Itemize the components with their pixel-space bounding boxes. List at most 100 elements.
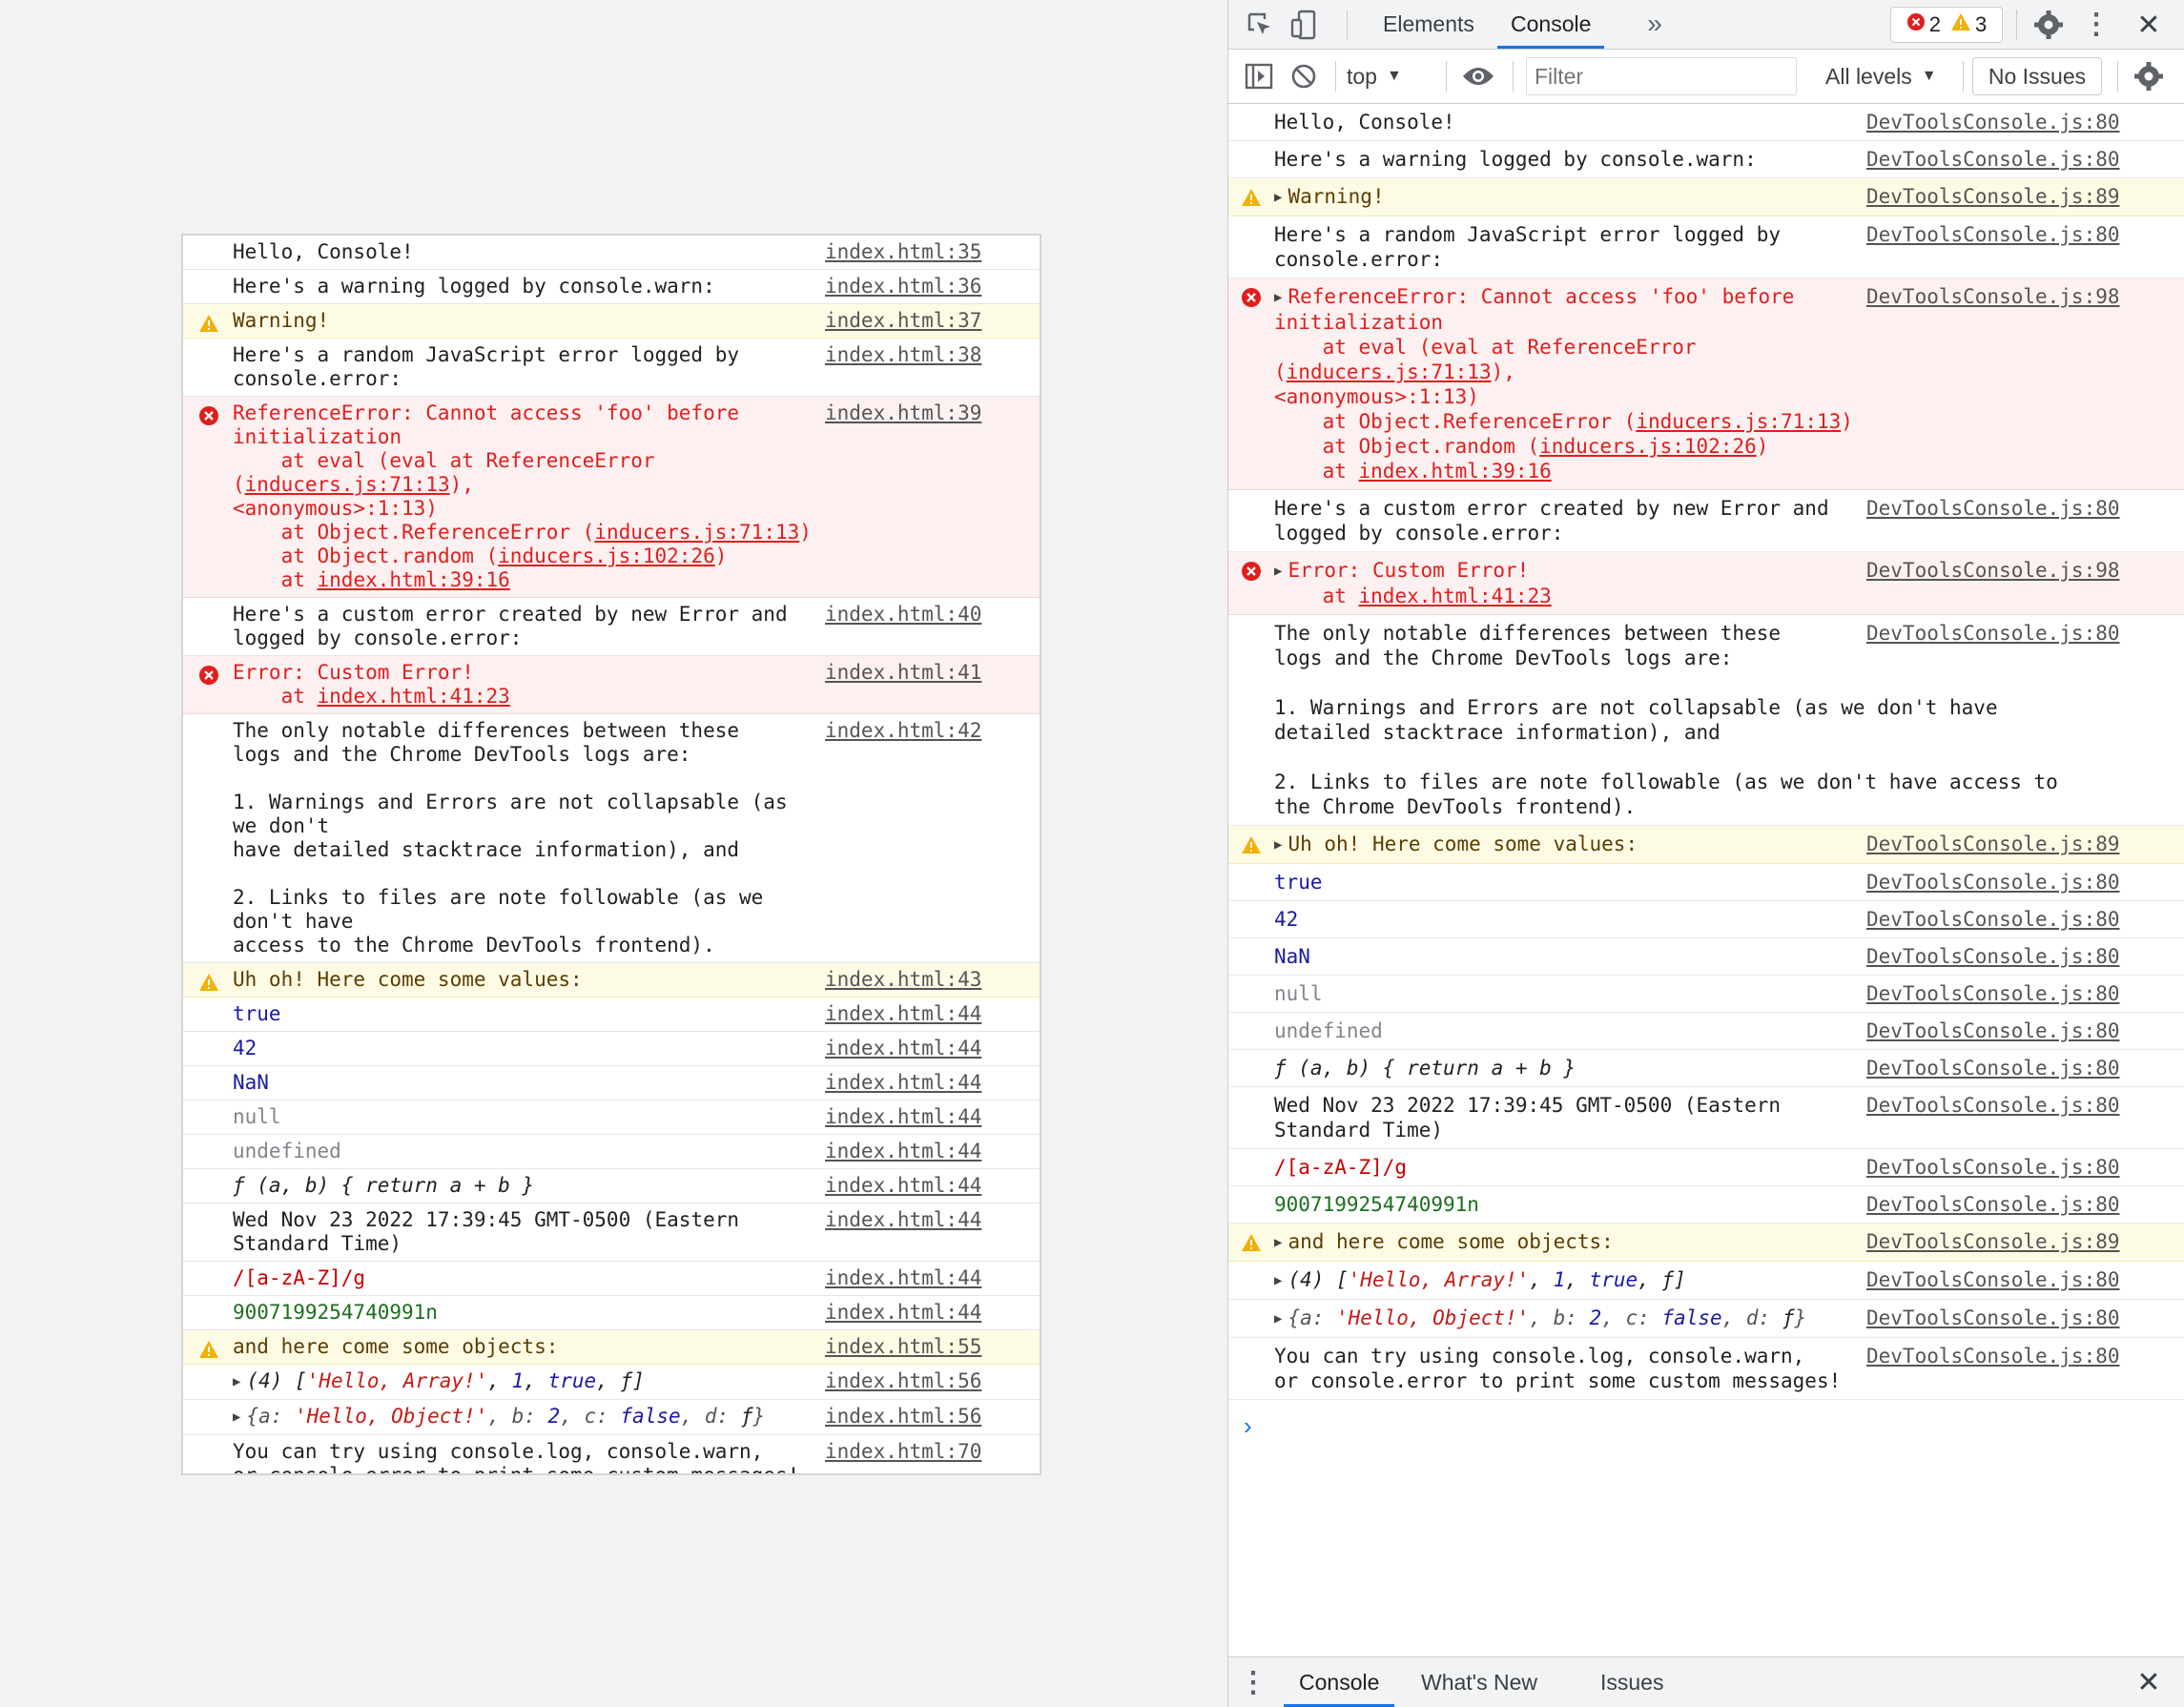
object-preview[interactable]: ▶ {a: 'Hello, Object!', b: 2, c: false, d… bbox=[233, 1405, 819, 1429]
tab-console[interactable]: Console bbox=[1497, 0, 1605, 49]
source-link[interactable]: index.html:44 bbox=[825, 1301, 981, 1325]
stack-frame-link[interactable]: inducers.js:102:26 bbox=[498, 545, 715, 567]
source-link[interactable]: DevToolsConsole.js:80 bbox=[1866, 1093, 2120, 1118]
source-link[interactable]: DevToolsConsole.js:80 bbox=[1866, 907, 2120, 932]
message-text[interactable]: ▶ Uh oh! Here come some values: bbox=[1274, 832, 1856, 857]
devtools-console-messages: Hello, Console! DevToolsConsole.js:80 Here… bbox=[1228, 104, 2184, 1400]
source-link[interactable]: DevToolsConsole.js:89 bbox=[1866, 832, 2120, 856]
source-link[interactable]: DevToolsConsole.js:80 bbox=[1866, 1155, 2120, 1180]
source-link[interactable]: DevToolsConsole.js:80 bbox=[1866, 1344, 2120, 1368]
message-body: Warning! bbox=[1288, 185, 1385, 208]
close-devtools-icon[interactable]: ✕ bbox=[2132, 9, 2165, 41]
source-link[interactable]: index.html:37 bbox=[825, 309, 981, 333]
source-link[interactable]: DevToolsConsole.js:89 bbox=[1866, 184, 2120, 209]
source-link[interactable]: DevToolsConsole.js:80 bbox=[1866, 1056, 2120, 1080]
source-link[interactable]: index.html:44 bbox=[825, 1174, 981, 1198]
stack-frame-link[interactable]: index.html:41:23 bbox=[1359, 585, 1552, 607]
issues-button[interactable]: No Issues bbox=[1972, 57, 2102, 95]
source-link[interactable]: DevToolsConsole.js:98 bbox=[1866, 284, 2120, 309]
stack-frame-link[interactable]: index.html:41:23 bbox=[318, 685, 510, 708]
source-link[interactable]: index.html:40 bbox=[825, 603, 981, 627]
source-link[interactable]: index.html:55 bbox=[825, 1335, 981, 1359]
source-link[interactable]: DevToolsConsole.js:80 bbox=[1866, 110, 2120, 134]
message-text[interactable]: ▶ Warning! bbox=[1274, 184, 1856, 210]
stack-frame-link[interactable]: inducers.js:71:13 bbox=[245, 473, 450, 496]
source-link[interactable]: index.html:38 bbox=[825, 343, 981, 367]
source-link[interactable]: index.html:44 bbox=[825, 1002, 981, 1026]
source-link[interactable]: DevToolsConsole.js:89 bbox=[1866, 1229, 2120, 1254]
source-link[interactable]: DevToolsConsole.js:80 bbox=[1866, 1192, 2120, 1217]
console-message: Hello, Console! DevToolsConsole.js:80 bbox=[1228, 104, 2184, 141]
source-link[interactable]: index.html:44 bbox=[825, 1071, 981, 1095]
settings-gear-icon[interactable] bbox=[2032, 9, 2065, 41]
stack-frame-link[interactable]: inducers.js:102:26 bbox=[1539, 435, 1757, 458]
source-link[interactable]: index.html:39 bbox=[825, 401, 981, 425]
issue-counters[interactable]: 2 3 bbox=[1890, 7, 2003, 43]
expand-triangle-icon[interactable]: ▶ bbox=[233, 1406, 240, 1429]
source-link[interactable]: index.html:35 bbox=[825, 240, 981, 264]
source-link[interactable]: index.html:70 bbox=[825, 1440, 981, 1464]
close-drawer-icon[interactable]: ✕ bbox=[2132, 1666, 2165, 1698]
message-body: Uh oh! Here come some values: bbox=[1288, 833, 1638, 855]
message-text[interactable]: ▶ Error: Custom Error! at index.html:41:2… bbox=[1274, 558, 1856, 608]
source-link[interactable]: DevToolsConsole.js:98 bbox=[1866, 558, 2120, 583]
log-levels-dropdown[interactable]: All levels ▼ bbox=[1825, 61, 1937, 92]
device-toolbar-icon[interactable] bbox=[1288, 9, 1320, 41]
array-preview[interactable]: ▶ (4) ['Hello, Array!', 1, true, ƒ] bbox=[1274, 1267, 1856, 1293]
source-link[interactable]: index.html:44 bbox=[825, 1105, 981, 1129]
source-link[interactable]: DevToolsConsole.js:80 bbox=[1866, 222, 2120, 247]
expand-triangle-icon[interactable]: ▶ bbox=[1274, 290, 1282, 305]
source-link[interactable]: index.html:56 bbox=[825, 1405, 981, 1429]
console-filter-input[interactable] bbox=[1526, 57, 1797, 95]
sidebar-toggle-icon[interactable] bbox=[1244, 61, 1274, 92]
stack-frame-link[interactable]: index.html:39:16 bbox=[318, 568, 510, 591]
source-link[interactable]: index.html:42 bbox=[825, 719, 981, 743]
more-options-icon[interactable]: ⋮ bbox=[2082, 9, 2111, 41]
source-link[interactable]: index.html:44 bbox=[825, 1266, 981, 1290]
drawer-tab-issues[interactable]: Issues bbox=[1600, 1657, 1663, 1707]
context-selector[interactable]: top ▼ bbox=[1347, 61, 1402, 92]
expand-triangle-icon[interactable]: ▶ bbox=[1274, 190, 1282, 205]
message-text[interactable]: ▶ and here come some objects: bbox=[1274, 1229, 1856, 1255]
expand-triangle-icon[interactable]: ▶ bbox=[1274, 837, 1282, 853]
more-tabs-chevron-icon[interactable]: » bbox=[1640, 9, 1669, 38]
object-preview[interactable]: ▶ {a: 'Hello, Object!', b: 2, c: false, d… bbox=[1274, 1306, 1856, 1331]
expand-triangle-icon[interactable]: ▶ bbox=[1274, 1235, 1282, 1250]
expand-triangle-icon[interactable]: ▶ bbox=[233, 1370, 240, 1394]
source-link[interactable]: DevToolsConsole.js:80 bbox=[1866, 1267, 2120, 1292]
array-preview[interactable]: ▶ (4) ['Hello, Array!', 1, true, ƒ] bbox=[233, 1369, 819, 1394]
inspect-element-icon[interactable] bbox=[1246, 10, 1274, 39]
stack-frame-link[interactable]: inducers.js:71:13 bbox=[1287, 360, 1492, 383]
source-link[interactable]: index.html:44 bbox=[825, 1140, 981, 1163]
message-text[interactable]: ▶ ReferenceError: Cannot access 'foo' bef… bbox=[1274, 284, 1856, 483]
source-link[interactable]: index.html:41 bbox=[825, 661, 981, 685]
drawer-menu-icon[interactable]: ⋮ bbox=[1239, 1667, 1267, 1698]
source-link[interactable]: DevToolsConsole.js:80 bbox=[1866, 944, 2120, 969]
source-link[interactable]: index.html:43 bbox=[825, 968, 981, 992]
stack-frame-link[interactable]: index.html:39:16 bbox=[1359, 460, 1552, 483]
live-expression-eye-icon[interactable] bbox=[1459, 61, 1497, 92]
source-link[interactable]: index.html:56 bbox=[825, 1369, 981, 1393]
clear-console-icon[interactable] bbox=[1288, 61, 1319, 92]
source-link[interactable]: DevToolsConsole.js:80 bbox=[1866, 147, 2120, 172]
expand-triangle-icon[interactable]: ▶ bbox=[1274, 1306, 1282, 1331]
source-link[interactable]: DevToolsConsole.js:80 bbox=[1866, 1306, 2120, 1330]
source-link[interactable]: index.html:36 bbox=[825, 275, 981, 298]
warning-icon bbox=[1241, 834, 1262, 855]
expand-triangle-icon[interactable]: ▶ bbox=[1274, 564, 1282, 579]
source-link[interactable]: DevToolsConsole.js:80 bbox=[1866, 496, 2120, 521]
source-link[interactable]: DevToolsConsole.js:80 bbox=[1866, 981, 2120, 1006]
console-settings-gear-icon[interactable] bbox=[2133, 61, 2164, 92]
source-link[interactable]: DevToolsConsole.js:80 bbox=[1866, 1018, 2120, 1043]
source-link[interactable]: index.html:44 bbox=[825, 1208, 981, 1232]
source-link[interactable]: DevToolsConsole.js:80 bbox=[1866, 870, 2120, 895]
source-link[interactable]: DevToolsConsole.js:80 bbox=[1866, 621, 2120, 646]
stack-frame-link[interactable]: inducers.js:71:13 bbox=[1636, 410, 1841, 433]
drawer-tab-whats-new[interactable]: What's New bbox=[1421, 1657, 1537, 1707]
source-link[interactable]: index.html:44 bbox=[825, 1037, 981, 1060]
tab-elements[interactable]: Elements bbox=[1383, 0, 1474, 49]
console-prompt[interactable]: › bbox=[1228, 1408, 2184, 1446]
stack-frame-link[interactable]: inducers.js:71:13 bbox=[594, 521, 799, 544]
expand-triangle-icon[interactable]: ▶ bbox=[1274, 1268, 1282, 1293]
drawer-tab-console[interactable]: Console bbox=[1284, 1657, 1395, 1707]
